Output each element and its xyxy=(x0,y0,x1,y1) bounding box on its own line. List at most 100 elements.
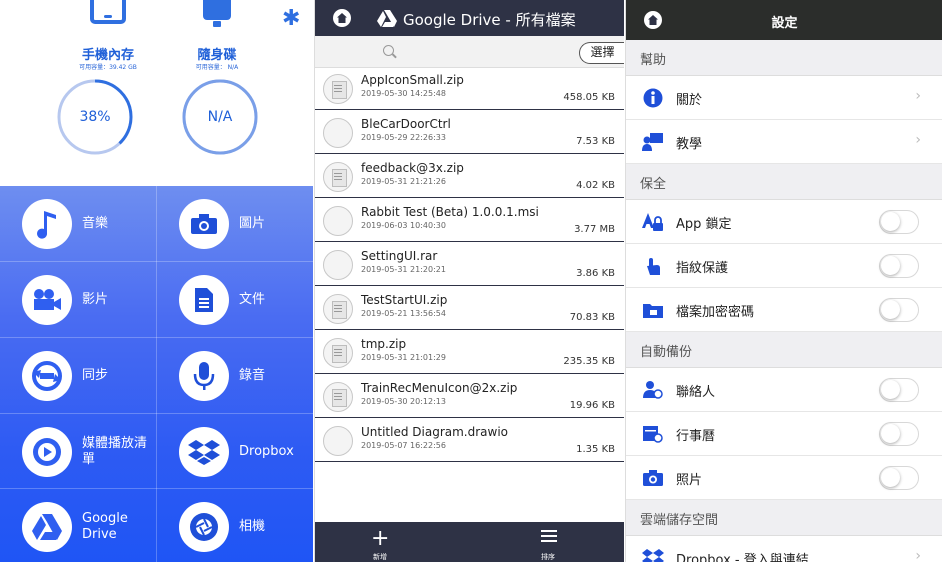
search-bar[interactable]: 選擇 xyxy=(315,36,624,68)
menu-camera[interactable]: 相機 xyxy=(157,489,313,562)
file-row[interactable]: BleCarDoorCtrl 2019-05-29 22:26:33 7.53 KB xyxy=(315,112,624,154)
google-drive-icon xyxy=(22,501,72,552)
search-icon[interactable] xyxy=(383,45,394,56)
menu-sync[interactable]: 同步 xyxy=(0,338,156,413)
section-security: 保全 xyxy=(626,164,942,200)
row-fingerprint-label: 指紋保護 xyxy=(676,261,729,276)
drive-footer: + 新增 排序 xyxy=(315,522,624,562)
menu-sync-label: 同步 xyxy=(82,367,109,383)
row-app-lock[interactable]: App 鎖定 xyxy=(626,200,942,244)
phone-storage-percent: 38% xyxy=(79,109,111,125)
file-row[interactable]: Untitled Diagram.drawio 2019-05-07 16:22:… xyxy=(315,420,624,462)
row-calendar[interactable]: 行事曆 xyxy=(626,412,942,456)
file-name: feedback@3x.zip xyxy=(361,161,464,175)
menu-dropbox[interactable]: Dropbox xyxy=(157,414,313,489)
menu-playlist[interactable]: 媒體播放清單 xyxy=(0,414,156,489)
row-encrypt-label: 檔案加密密碼 xyxy=(676,305,755,320)
menu-pictures-label: 圖片 xyxy=(239,215,266,231)
row-calendar-label: 行事曆 xyxy=(676,429,716,444)
menu-music[interactable]: 音樂 xyxy=(0,186,156,261)
row-encrypt[interactable]: 檔案加密密碼 xyxy=(626,288,942,332)
file-icon xyxy=(323,250,353,280)
file-name: SettingUI.rar xyxy=(361,249,438,263)
chevron-right-icon: › xyxy=(915,132,921,148)
drive-title: Google Drive - 所有檔案 xyxy=(403,11,576,29)
file-name: tmp.zip xyxy=(361,337,407,351)
row-fingerprint[interactable]: 指紋保護 xyxy=(626,244,942,288)
section-cloud-label: 雲端儲存空間 xyxy=(640,513,719,528)
row-dropbox-label: Dropbox - 登入與連結 xyxy=(676,553,809,562)
file-size: 235.35 KB xyxy=(563,356,615,367)
calendar-toggle[interactable] xyxy=(879,422,919,446)
menu-recording-label: 錄音 xyxy=(239,367,266,383)
menu-documents[interactable]: 文件 xyxy=(157,262,313,337)
file-name: Rabbit Test (Beta) 1.0.0.1.msi xyxy=(361,205,539,219)
file-icon xyxy=(323,206,353,236)
usb-storage-available: 可用容量： N/A xyxy=(195,64,239,71)
dropbox-icon xyxy=(179,426,229,477)
file-date: 2019-05-31 21:01:29 xyxy=(361,353,446,362)
file-row[interactable]: TrainRecMenuIcon@2x.zip 2019-05-30 20:12:… xyxy=(315,376,624,418)
settings-title: 設定 xyxy=(771,16,798,31)
row-tutorial[interactable]: 教學 › xyxy=(626,120,942,164)
row-contacts[interactable]: 聯絡人 xyxy=(626,368,942,412)
file-date: 2019-05-21 13:56:54 xyxy=(361,309,446,318)
menu-documents-label: 文件 xyxy=(239,291,266,307)
section-backup-label: 自動備份 xyxy=(640,345,693,360)
row-contacts-label: 聯絡人 xyxy=(676,385,716,400)
row-app-lock-label: App 鎖定 xyxy=(676,217,732,232)
chevron-right-icon: › xyxy=(915,88,921,104)
row-dropbox[interactable]: Dropbox - 登入與連結 › xyxy=(626,536,942,562)
home-icon[interactable] xyxy=(333,9,351,27)
photos-toggle[interactable] xyxy=(879,466,919,490)
usb-drive-icon[interactable] xyxy=(203,0,231,27)
microphone-icon xyxy=(179,350,229,401)
app-lock-icon xyxy=(642,213,663,231)
gear-icon[interactable]: ✱ xyxy=(282,8,300,30)
file-size: 70.83 KB xyxy=(569,312,615,323)
file-row[interactable]: tmp.zip 2019-05-31 21:01:29 235.35 KB xyxy=(315,332,624,374)
menu-camera-label: 相機 xyxy=(239,518,266,534)
menu-videos[interactable]: 影片 xyxy=(0,262,156,337)
add-icon[interactable]: + xyxy=(371,528,389,550)
file-size: 4.02 KB xyxy=(576,180,615,191)
menu-playlist-label: 媒體播放清單 xyxy=(82,435,148,467)
file-row[interactable]: TestStartUI.zip 2019-05-21 13:56:54 70.83 … xyxy=(315,288,624,330)
touch-icon xyxy=(647,258,660,275)
video-camera-icon xyxy=(22,274,72,325)
camera-icon xyxy=(179,198,229,249)
settings-header: 設定 xyxy=(626,0,942,40)
music-note-icon xyxy=(22,198,72,249)
row-photos[interactable]: 照片 xyxy=(626,456,942,500)
feature-grid: 音樂 圖片 影片 文件 同步 錄音 媒體播放清單 Dropbox Google … xyxy=(0,186,313,562)
google-drive-icon xyxy=(377,10,397,27)
drive-header: Google Drive - 所有檔案 xyxy=(315,0,624,36)
contacts-toggle[interactable] xyxy=(879,378,919,402)
zip-file-icon xyxy=(323,338,353,368)
select-button[interactable]: 選擇 xyxy=(579,42,624,64)
camera-icon xyxy=(643,470,663,486)
app-lock-toggle[interactable] xyxy=(879,210,919,234)
playlist-icon xyxy=(22,426,72,477)
file-size: 1.35 KB xyxy=(576,444,615,455)
file-name: AppIconSmall.zip xyxy=(361,73,464,87)
file-name: TrainRecMenuIcon@2x.zip xyxy=(361,381,518,395)
list-icon[interactable] xyxy=(541,530,557,543)
file-row[interactable]: Rabbit Test (Beta) 1.0.0.1.msi 2019-06-03… xyxy=(315,200,624,242)
menu-recording[interactable]: 錄音 xyxy=(157,338,313,413)
home-panel: ✱ 手機內存 可用容量：39.42 GB 38% 隨身碟 可用容量： N/A N… xyxy=(0,0,313,562)
row-about[interactable]: 關於 › xyxy=(626,76,942,120)
file-size: 458.05 KB xyxy=(563,92,615,103)
file-row[interactable]: AppIconSmall.zip 2019-05-30 14:25:48 458.0… xyxy=(315,68,624,110)
phone-storage-icon[interactable] xyxy=(90,0,126,24)
zip-file-icon xyxy=(323,382,353,412)
menu-google-drive-label: Google Drive xyxy=(82,510,128,542)
file-row[interactable]: SettingUI.rar 2019-05-31 21:20:21 3.86 KB xyxy=(315,244,624,286)
zip-file-icon xyxy=(323,74,353,104)
fingerprint-toggle[interactable] xyxy=(879,254,919,278)
menu-pictures[interactable]: 圖片 xyxy=(157,186,313,261)
contacts-icon xyxy=(643,381,663,399)
encrypt-toggle[interactable] xyxy=(879,298,919,322)
menu-google-drive[interactable]: Google Drive xyxy=(0,489,156,562)
file-row[interactable]: feedback@3x.zip 2019-05-31 21:21:26 4.02 K… xyxy=(315,156,624,198)
